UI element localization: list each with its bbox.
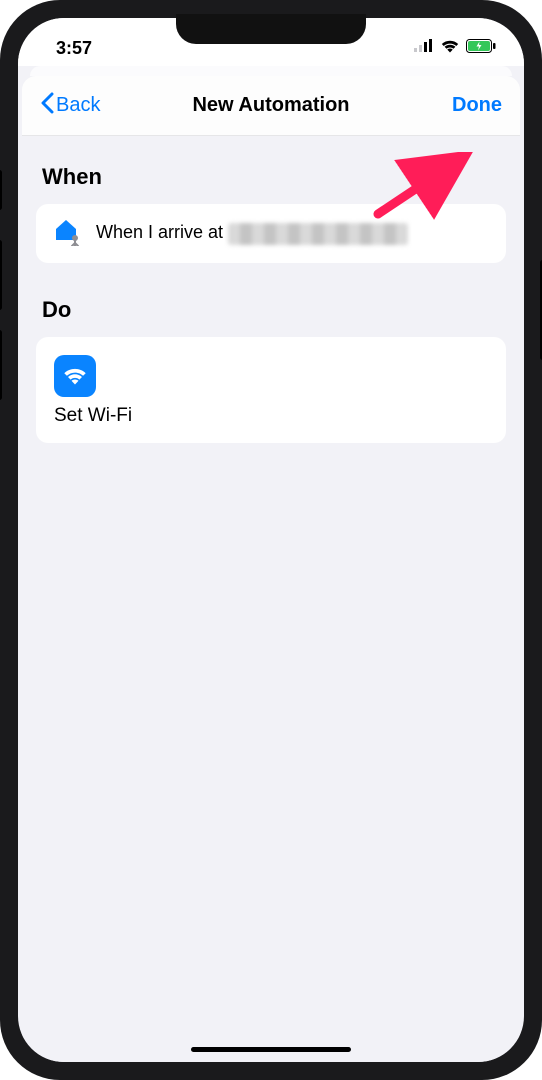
done-button[interactable]: Done (452, 94, 502, 117)
do-action-label: Set Wi-Fi (54, 405, 488, 427)
when-trigger-text: When I arrive at (96, 222, 408, 244)
when-section-header: When (42, 164, 500, 190)
battery-icon (466, 39, 496, 58)
wifi-icon (440, 39, 460, 58)
home-indicator[interactable] (191, 1047, 351, 1052)
card-stack-hint (30, 66, 512, 76)
content-area: When When I arrive at Do Se (22, 136, 520, 1062)
arrive-home-icon (52, 216, 82, 251)
status-icons (414, 39, 496, 58)
back-button[interactable]: Back (40, 92, 100, 120)
navigation-bar: Back New Automation Done (22, 76, 520, 136)
cellular-icon (414, 39, 434, 57)
do-section-header: Do (42, 297, 500, 323)
status-bar: 3:57 (18, 18, 524, 66)
status-time: 3:57 (56, 38, 92, 59)
chevron-left-icon (40, 92, 54, 120)
redacted-location (228, 223, 408, 245)
do-action-card[interactable]: Set Wi-Fi (36, 337, 506, 443)
page-title: New Automation (192, 94, 349, 117)
wifi-action-icon (54, 355, 96, 397)
back-label: Back (56, 94, 100, 117)
when-trigger-card[interactable]: When I arrive at (36, 204, 506, 263)
